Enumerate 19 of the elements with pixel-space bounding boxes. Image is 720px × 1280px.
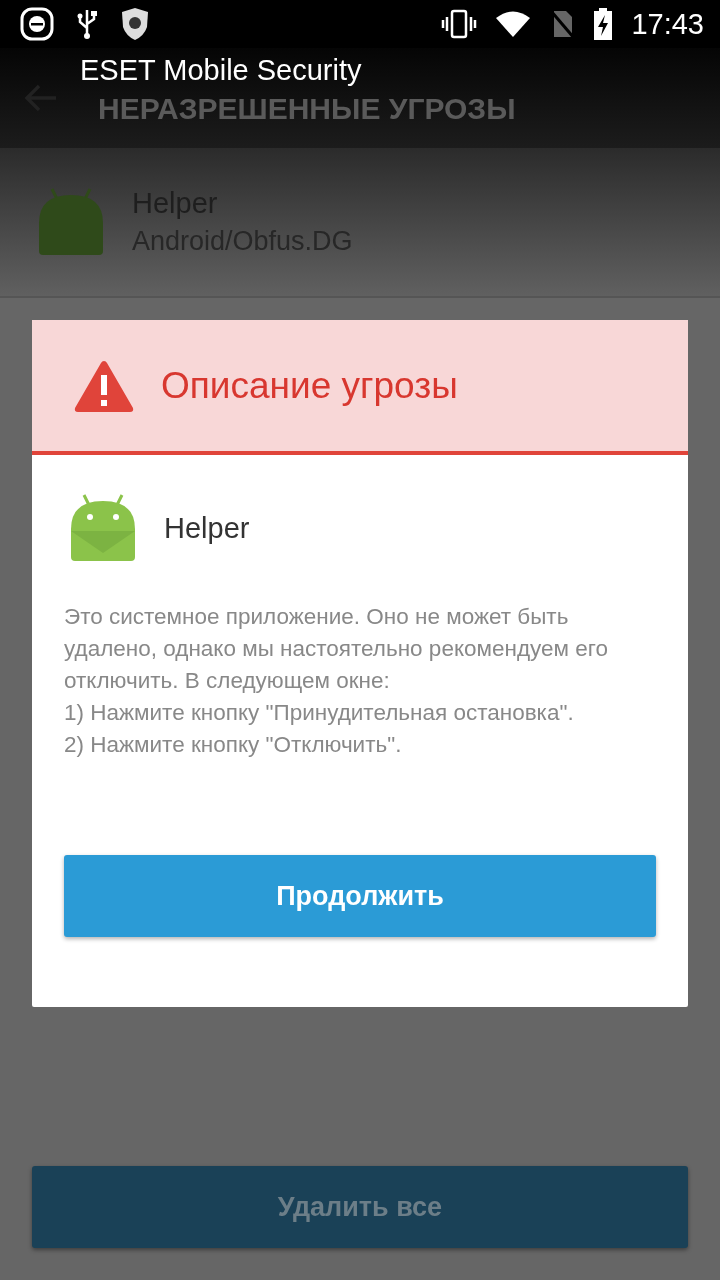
android-app-icon xyxy=(38,187,104,257)
delete-all-button[interactable]: Удалить все xyxy=(32,1166,688,1248)
app-name: Helper xyxy=(164,511,250,545)
description-text: 1) Нажмите кнопку "Принудительная остановка". xyxy=(64,699,575,727)
dialog-title: Описание угрозы xyxy=(161,364,458,407)
continue-button[interactable]: Продолжить xyxy=(64,855,656,937)
usb-icon xyxy=(76,8,98,40)
description-text: 2) Нажмите кнопку "Отключить". xyxy=(64,731,403,759)
wifi-icon xyxy=(495,10,532,38)
android-app-icon xyxy=(70,493,136,563)
status-time: 17:43 xyxy=(631,7,704,41)
shield-icon xyxy=(120,7,150,41)
description-text: Это системное приложение. Оно не может быть удалено, однако мы настоятельно рекомендуем его отключить. В следующем окне: xyxy=(64,603,609,695)
vibrate-icon xyxy=(441,9,478,39)
warning-icon xyxy=(73,358,135,413)
eset-logo-icon xyxy=(20,7,54,41)
toast-message: ESET Mobile Security xyxy=(80,54,362,87)
battery-charging-icon xyxy=(593,8,614,40)
screen-title: НЕРАЗРЕШЕННЫЕ УГРОЗЫ xyxy=(98,92,516,126)
